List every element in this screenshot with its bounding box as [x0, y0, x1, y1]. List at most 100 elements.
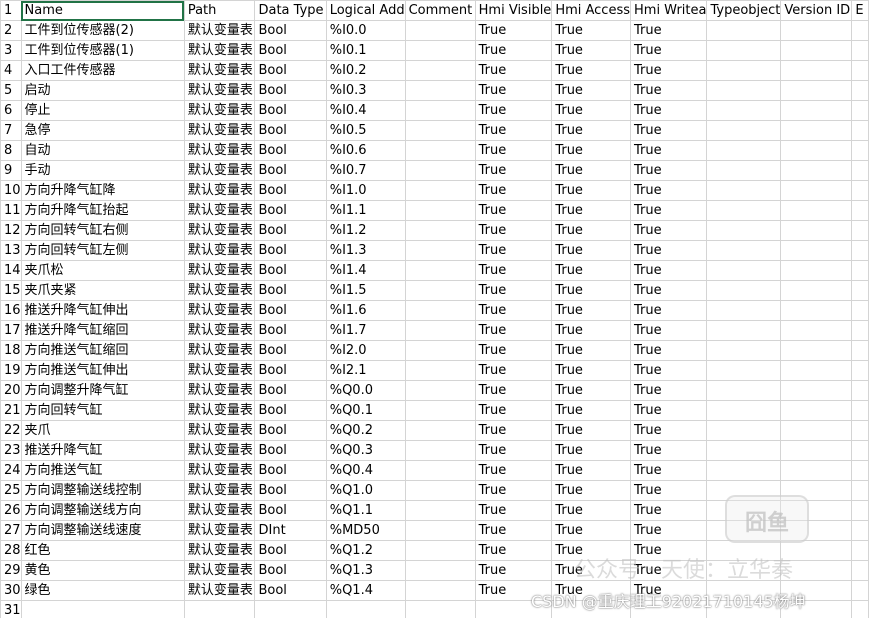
cell[interactable]: True: [629, 120, 708, 141]
cell[interactable]: Bool: [254, 340, 327, 361]
cell[interactable]: [851, 160, 869, 181]
cell[interactable]: [404, 540, 476, 561]
cell[interactable]: [780, 320, 853, 341]
cell[interactable]: [851, 560, 869, 581]
column-header[interactable]: E: [851, 0, 869, 21]
cell[interactable]: %I0.3: [325, 80, 406, 101]
cell[interactable]: True: [629, 520, 708, 541]
cell[interactable]: True: [474, 500, 553, 521]
cell[interactable]: [404, 60, 476, 81]
cell[interactable]: [706, 60, 782, 81]
cell[interactable]: [706, 260, 782, 281]
cell[interactable]: Bool: [254, 200, 327, 221]
row-number[interactable]: 31: [0, 600, 22, 618]
row-number[interactable]: 4: [0, 60, 22, 81]
cell[interactable]: True: [474, 480, 553, 501]
cell[interactable]: Bool: [254, 240, 327, 261]
cell[interactable]: [780, 40, 853, 61]
cell[interactable]: [404, 580, 476, 601]
cell[interactable]: [404, 440, 476, 461]
cell[interactable]: [706, 380, 782, 401]
row-number[interactable]: 28: [0, 540, 22, 561]
cell[interactable]: Bool: [254, 40, 327, 61]
cell[interactable]: True: [474, 200, 553, 221]
cell[interactable]: %I0.0: [325, 20, 406, 41]
cell[interactable]: 默认变量表: [183, 540, 256, 561]
cell[interactable]: True: [629, 240, 708, 261]
cell[interactable]: [780, 220, 853, 241]
cell[interactable]: 默认变量表: [183, 180, 256, 201]
row-number[interactable]: 3: [0, 40, 22, 61]
row-number[interactable]: 7: [0, 120, 22, 141]
column-header[interactable]: Comment: [404, 0, 476, 21]
row-number[interactable]: 27: [0, 520, 22, 541]
cell[interactable]: [780, 280, 853, 301]
cell[interactable]: [404, 40, 476, 61]
cell[interactable]: True: [629, 380, 708, 401]
cell[interactable]: [404, 480, 476, 501]
cell[interactable]: 方向推送气缸: [20, 460, 185, 481]
cell[interactable]: [404, 120, 476, 141]
cell[interactable]: 推送升降气缸缩回: [20, 320, 185, 341]
cell[interactable]: [780, 240, 853, 261]
cell[interactable]: 默认变量表: [183, 560, 256, 581]
cell[interactable]: [851, 220, 869, 241]
cell[interactable]: %Q1.4: [325, 580, 406, 601]
cell[interactable]: [706, 240, 782, 261]
cell[interactable]: 默认变量表: [183, 40, 256, 61]
row-number[interactable]: 13: [0, 240, 22, 261]
cell[interactable]: 方向推送气缸伸出: [20, 360, 185, 381]
cell[interactable]: %I1.1: [325, 200, 406, 221]
cell[interactable]: %I1.0: [325, 180, 406, 201]
cell[interactable]: [404, 260, 476, 281]
cell[interactable]: True: [629, 500, 708, 521]
cell[interactable]: %Q0.4: [325, 460, 406, 481]
cell[interactable]: [851, 400, 869, 421]
cell[interactable]: 默认变量表: [183, 500, 256, 521]
cell[interactable]: %Q1.0: [325, 480, 406, 501]
cell[interactable]: [780, 420, 853, 441]
cell[interactable]: [404, 20, 476, 41]
cell[interactable]: Bool: [254, 280, 327, 301]
cell[interactable]: True: [474, 320, 553, 341]
cell[interactable]: 夹爪: [20, 420, 185, 441]
cell[interactable]: 方向调整升降气缸: [20, 380, 185, 401]
cell[interactable]: [706, 100, 782, 121]
cell[interactable]: %MD50: [325, 520, 406, 541]
column-header[interactable]: Data Type: [254, 0, 327, 21]
cell[interactable]: [851, 320, 869, 341]
cell[interactable]: [851, 420, 869, 441]
cell[interactable]: 启动: [20, 80, 185, 101]
cell[interactable]: [780, 100, 853, 121]
cell[interactable]: 默认变量表: [183, 140, 256, 161]
cell[interactable]: 默认变量表: [183, 160, 256, 181]
cell[interactable]: [325, 600, 406, 618]
cell[interactable]: %I1.5: [325, 280, 406, 301]
cell[interactable]: Bool: [254, 160, 327, 181]
cell[interactable]: [404, 520, 476, 541]
cell[interactable]: True: [474, 220, 553, 241]
row-number[interactable]: 10: [0, 180, 22, 201]
cell[interactable]: [404, 160, 476, 181]
cell[interactable]: [851, 540, 869, 561]
cell[interactable]: 默认变量表: [183, 60, 256, 81]
cell[interactable]: True: [551, 380, 631, 401]
cell[interactable]: 默认变量表: [183, 420, 256, 441]
cell[interactable]: True: [629, 20, 708, 41]
cell[interactable]: True: [474, 60, 553, 81]
cell[interactable]: Bool: [254, 400, 327, 421]
cell[interactable]: [404, 460, 476, 481]
cell[interactable]: [780, 200, 853, 221]
cell[interactable]: [780, 160, 853, 181]
cell[interactable]: True: [474, 420, 553, 441]
cell[interactable]: [851, 500, 869, 521]
cell[interactable]: True: [474, 140, 553, 161]
cell[interactable]: True: [474, 280, 553, 301]
cell[interactable]: True: [474, 180, 553, 201]
cell[interactable]: 方向升降气缸抬起: [20, 200, 185, 221]
row-number[interactable]: 19: [0, 360, 22, 381]
cell[interactable]: 默认变量表: [183, 480, 256, 501]
row-number[interactable]: 14: [0, 260, 22, 281]
cell[interactable]: True: [629, 320, 708, 341]
cell[interactable]: [404, 180, 476, 201]
